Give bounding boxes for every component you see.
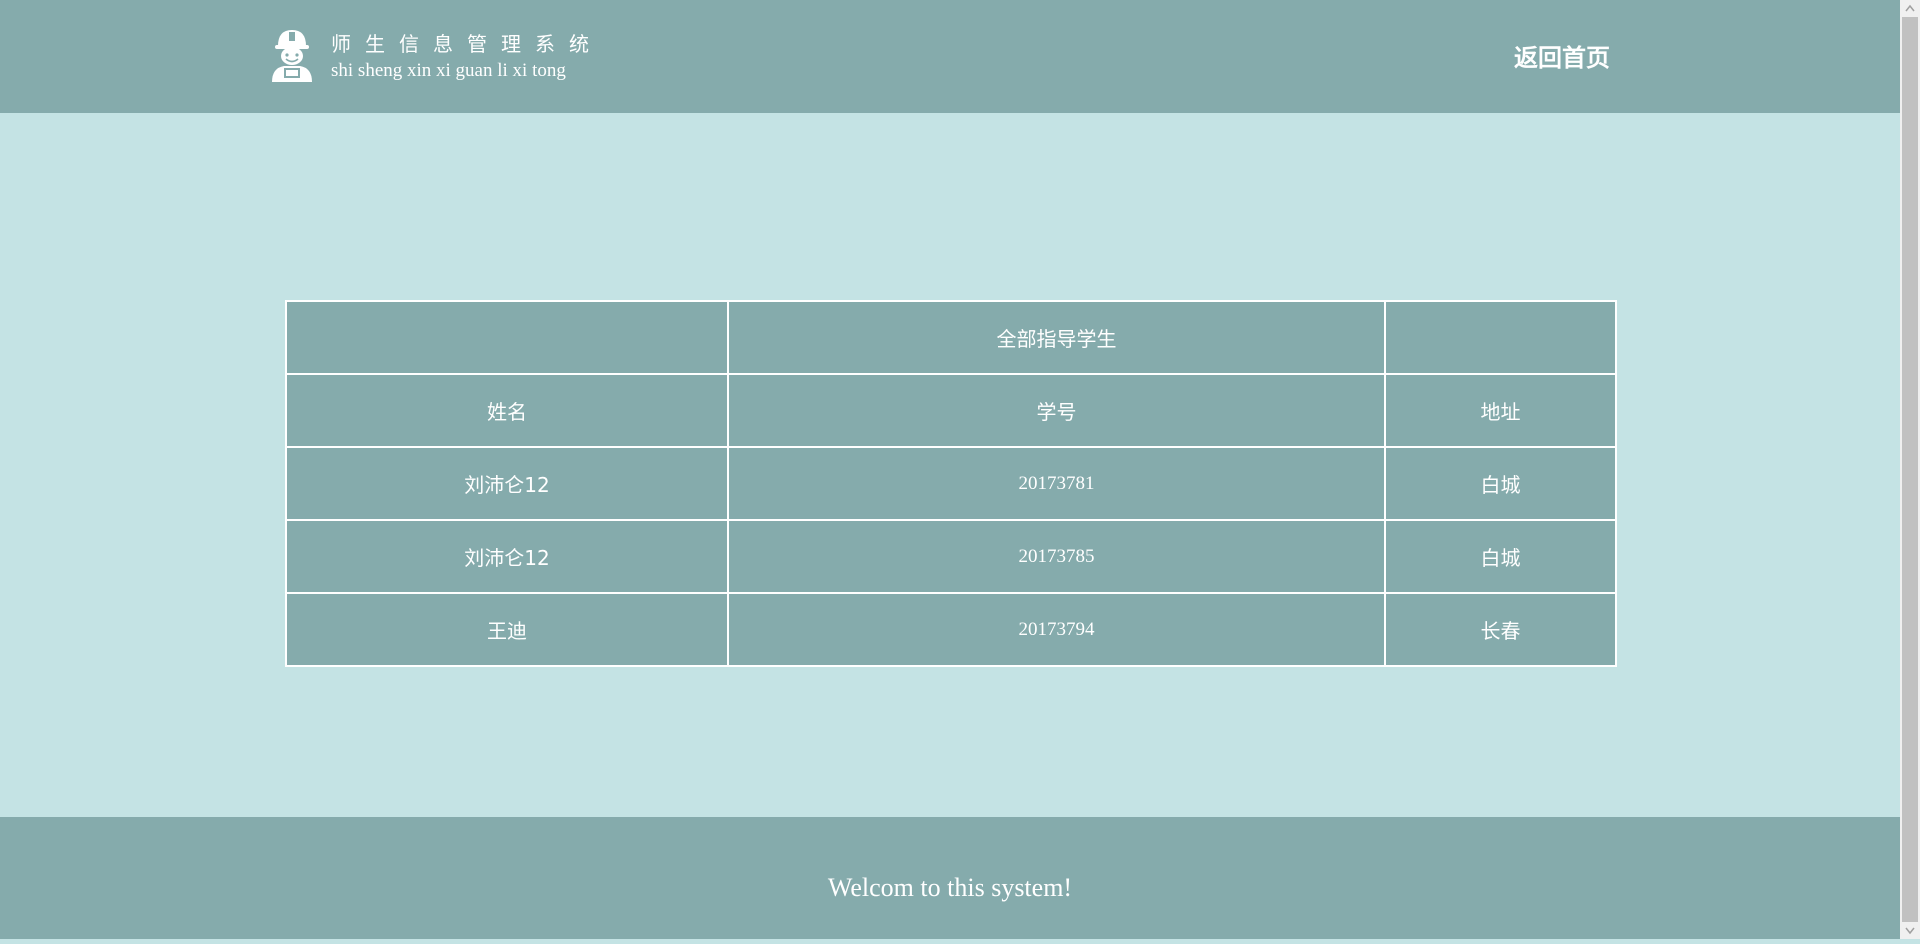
students-table: 全部指导学生 姓名 学号 地址 刘沛仑12 20173781 白城 刘沛仑12 … <box>285 300 1617 667</box>
cell-address: 长春 <box>1384 592 1617 667</box>
footer: Welcom to this system! <box>0 817 1900 939</box>
worker-avatar-icon <box>272 30 312 82</box>
table-row: 王迪 20173794 长春 <box>285 592 1617 667</box>
cell-student-id: 20173785 <box>727 519 1386 594</box>
caption-cell-left <box>285 300 729 375</box>
caption-cell-right <box>1384 300 1617 375</box>
cell-name: 刘沛仑12 <box>285 446 729 521</box>
column-header-address: 地址 <box>1384 373 1617 448</box>
cell-name: 刘沛仑12 <box>285 519 729 594</box>
chevron-up-icon <box>1905 4 1915 12</box>
cell-student-id: 20173794 <box>727 592 1386 667</box>
table-row: 刘沛仑12 20173785 白城 <box>285 519 1617 594</box>
table-caption: 全部指导学生 <box>727 300 1386 375</box>
system-title: 师生信息管理系统 <box>331 32 603 56</box>
chevron-down-icon <box>1905 927 1915 935</box>
cell-address: 白城 <box>1384 519 1617 594</box>
footer-welcome-text: Welcom to this system! <box>827 873 1073 902</box>
students-table-container: 全部指导学生 姓名 学号 地址 刘沛仑12 20173781 白城 刘沛仑12 … <box>285 300 1617 667</box>
column-header-name: 姓名 <box>285 373 729 448</box>
system-title-pinyin: shi sheng xin xi guan li xi tong <box>331 60 566 81</box>
page: 师生信息管理系统 shi sheng xin xi guan li xi ton… <box>0 0 1900 939</box>
vertical-scrollbar[interactable] <box>1900 0 1920 939</box>
table-caption-row: 全部指导学生 <box>285 300 1617 375</box>
header: 师生信息管理系统 shi sheng xin xi guan li xi ton… <box>0 0 1900 113</box>
table-header-row: 姓名 学号 地址 <box>285 373 1617 448</box>
cell-student-id: 20173781 <box>727 446 1386 521</box>
cell-name: 王迪 <box>285 592 729 667</box>
scrollbar-thumb[interactable] <box>1902 17 1918 922</box>
scroll-up-button[interactable] <box>1900 0 1920 17</box>
cell-address: 白城 <box>1384 446 1617 521</box>
back-home-link[interactable]: 返回首页 <box>1510 38 1610 73</box>
scroll-down-button[interactable] <box>1900 922 1920 939</box>
table-row: 刘沛仑12 20173781 白城 <box>285 446 1617 521</box>
column-header-id: 学号 <box>727 373 1386 448</box>
